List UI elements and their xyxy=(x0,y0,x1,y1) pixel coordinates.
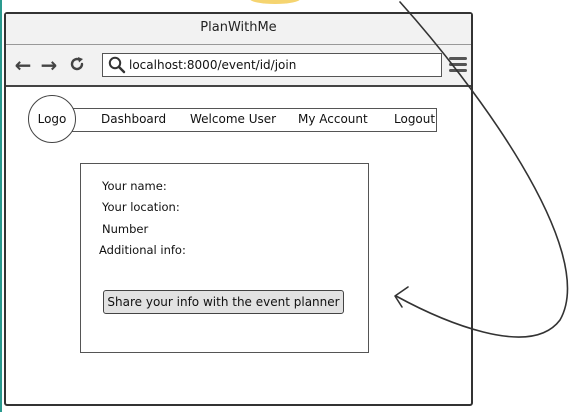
decorative-sticky-blob xyxy=(250,0,300,4)
hamburger-menu-icon[interactable] xyxy=(449,54,467,76)
left-edge-strip xyxy=(0,0,2,412)
label-number: Number xyxy=(102,222,149,236)
title-bar: PlanWithMe xyxy=(6,14,471,45)
reload-icon[interactable] xyxy=(66,54,88,76)
nav-link-dashboard[interactable]: Dashboard xyxy=(101,112,166,126)
arrow-right-icon[interactable]: → xyxy=(38,54,60,76)
search-icon xyxy=(108,56,126,74)
address-bar[interactable]: localhost:8000/event/id/join xyxy=(102,53,442,77)
label-additional-info: Additional info: xyxy=(99,243,186,257)
nav-link-welcome-user[interactable]: Welcome User xyxy=(190,112,276,126)
arrow-left-icon[interactable]: ← xyxy=(12,54,34,76)
url-text: localhost:8000/event/id/join xyxy=(129,58,297,72)
label-your-name: Your name: xyxy=(102,179,167,193)
reload-icon-glyph xyxy=(70,57,84,71)
logo[interactable]: Logo xyxy=(28,95,76,143)
window-title: PlanWithMe xyxy=(200,20,277,35)
page: PlanWithMe ← → localhost:8000/event/id/j… xyxy=(0,0,573,412)
label-your-location: Your location: xyxy=(102,200,180,214)
nav-link-my-account[interactable]: My Account xyxy=(298,112,368,126)
browser-toolbar: ← → localhost:8000/event/id/join xyxy=(6,45,471,87)
share-info-button[interactable]: Share your info with the event planner xyxy=(103,290,344,314)
nav-link-logout[interactable]: Logout xyxy=(394,112,435,126)
